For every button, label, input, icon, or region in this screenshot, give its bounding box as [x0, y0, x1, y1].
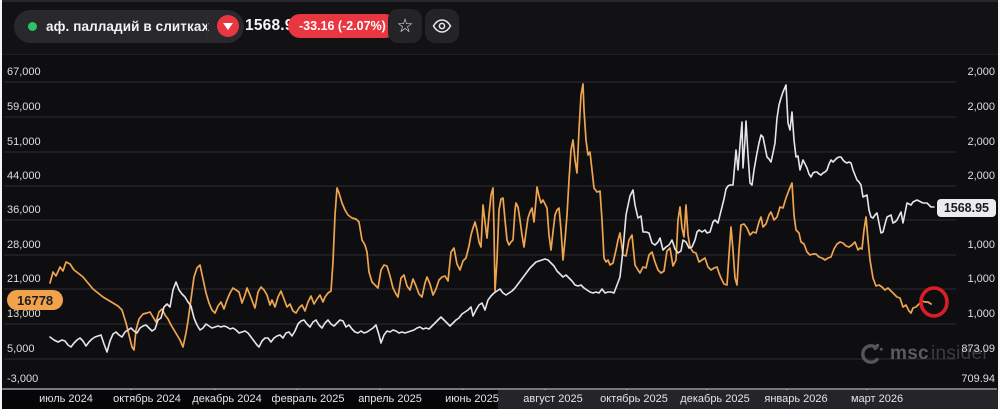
palladium-rub-left-axis-line: [49, 83, 932, 351]
market-open-dot: [28, 22, 37, 31]
chart-canvas[interactable]: msc insider 16778 1568.95 67,000 59,000 51…: [0, 56, 1000, 409]
star-icon: ☆: [396, 15, 414, 37]
x-axis-label: февраль 2025: [271, 393, 345, 405]
y-axis-label-left: 67,000: [7, 66, 41, 78]
right-series-value-badge: 1568.95: [936, 199, 996, 217]
y-axis-label-left: 51,000: [7, 136, 41, 148]
eye-icon: [432, 19, 452, 33]
x-axis-label: апрель 2025: [358, 393, 422, 405]
y-axis-label-right: 2,000: [967, 170, 995, 182]
x-axis-label: март 2026: [850, 393, 904, 405]
symbol-selector[interactable]: аф. палладий в слитках: [14, 10, 245, 43]
trading-terminal: аф. палладий в слитках 1568.95 -33.16 (-…: [0, 0, 1000, 409]
x-axis-label: октябрь 2025: [600, 393, 668, 405]
mscinsider-logo-icon: [858, 341, 884, 367]
x-axis-label: октябрь 2024: [113, 393, 181, 405]
y-axis-label-right: 1,000: [967, 308, 995, 320]
watch-button[interactable]: [425, 9, 459, 43]
x-axis-label: декабрь 2025: [680, 393, 750, 405]
price-change-badge: -33.16 (-2.07%): [288, 14, 397, 38]
y-axis-label-right: 2,000: [967, 136, 995, 148]
x-axis-label: август 2025: [523, 393, 583, 405]
favorite-button[interactable]: ☆: [388, 9, 422, 43]
page-edge-left: [0, 0, 2, 409]
price-chart-svg: [0, 81, 997, 394]
y-axis-label-left: -3,000: [7, 373, 39, 385]
x-axis-label: декабрь 2024: [192, 393, 262, 405]
y-axis-label-right: 2,000: [967, 101, 995, 113]
chart-header: аф. палладий в слитках 1568.95 -33.16 (-…: [0, 0, 1000, 55]
x-axis-label: январь 2026: [764, 393, 828, 405]
left-series-value-badge: 16778: [7, 290, 64, 310]
y-axis-label-right: 1,000: [967, 239, 995, 251]
header-divider: [207, 16, 208, 37]
x-axis-label: июнь 2025: [445, 393, 499, 405]
price-down-icon: [217, 15, 239, 37]
x-axis-label: июль 2024: [39, 393, 93, 405]
top-edge-strip: [0, 0, 1000, 2]
y-axis-label-right: 1,000: [967, 273, 995, 285]
y-axis-label-right: 709.94: [961, 373, 995, 385]
watermark-msc: msc: [890, 343, 929, 364]
y-axis-label-right: 2,000: [967, 66, 995, 78]
y-axis-label-left: 44,000: [7, 170, 41, 182]
y-axis-label-left: 5,000: [7, 343, 35, 355]
y-axis-label-left: 21,000: [7, 273, 41, 285]
palladium-usd-right-axis-line: [49, 84, 935, 353]
y-axis-label-right: 873.09: [961, 343, 995, 355]
y-axis-label-left: 36,000: [7, 204, 41, 216]
symbol-label: аф. палладий в слитках: [46, 19, 210, 34]
y-axis-label-left: 28,000: [7, 239, 41, 251]
y-axis-label-left: 59,000: [7, 101, 41, 113]
